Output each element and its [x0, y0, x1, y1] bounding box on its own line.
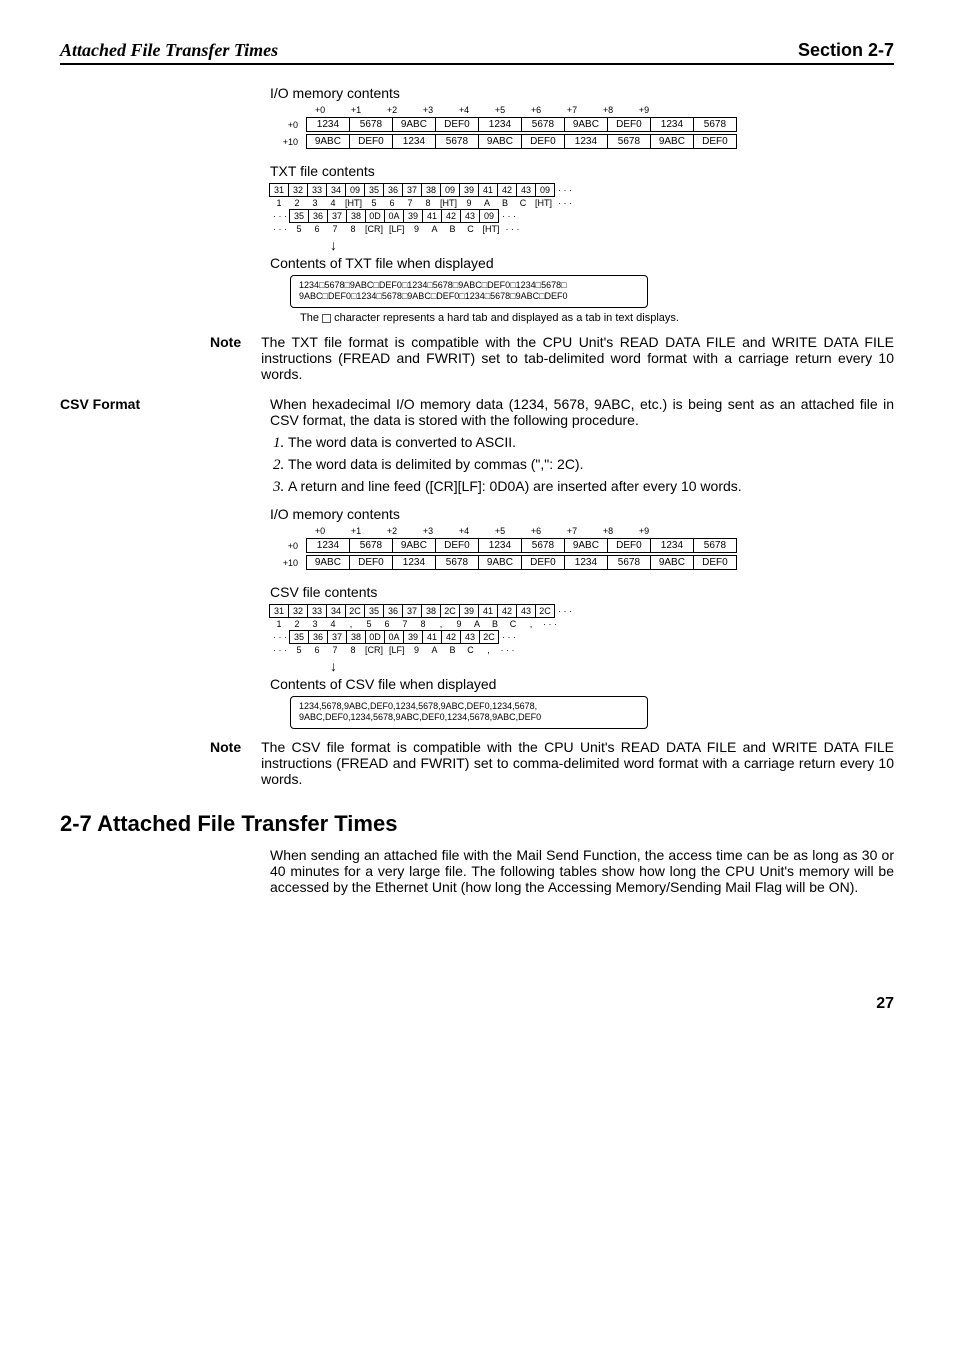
csv-disp-title: Contents of CSV file when displayed: [270, 676, 894, 692]
io-mem-col-labels-2: +0+1+2+3+4+5+6+7+8+9: [302, 526, 894, 536]
io-memory-block-1: I/O memory contents +0+1+2+3+4+5+6+7+8+9…: [270, 85, 894, 324]
note-label: Note: [210, 334, 241, 382]
note-1: Note The TXT file format is compatible w…: [210, 334, 894, 382]
csv-intro: When hexadecimal I/O memory data (1234, …: [270, 396, 894, 428]
txt-asc-row1: 1234[HT]5678[HT]9ABC[HT]· · ·: [270, 197, 894, 209]
csv-asc-row2: · · ·5678[CR][LF]9ABC,· · ·: [270, 644, 894, 656]
csv-file-title: CSV file contents: [270, 584, 894, 600]
csv-asc-row1: 1234,5678,9ABC,· · ·: [270, 618, 894, 630]
csv-hex-row2: · · ·353637380D0A394142432C· · ·: [270, 630, 894, 644]
csv-format-label: CSV Format: [60, 396, 250, 729]
note-body: The CSV file format is compatible with t…: [261, 739, 894, 787]
tab-char-icon: [322, 314, 331, 323]
txt-hex-row1: 313233340935363738093941424309· · ·: [270, 183, 894, 197]
note-body: The TXT file format is compatible with t…: [261, 334, 894, 382]
down-arrow-icon: ↓: [330, 237, 894, 253]
txt-display-box: 1234□5678□9ABC□DEF0□1234□5678□9ABC□DEF0□…: [290, 275, 648, 308]
txt-disp-title: Contents of TXT file when displayed: [270, 255, 894, 271]
io-mem-title-2: I/O memory contents: [270, 506, 894, 522]
down-arrow-icon: ↓: [330, 658, 894, 674]
list-item: The word data is delimited by commas (",…: [288, 456, 894, 474]
note-label: Note: [210, 739, 241, 787]
note-2: Note The CSV file format is compatible w…: [210, 739, 894, 787]
header-right: Section 2-7: [798, 40, 894, 61]
list-item: The word data is converted to ASCII.: [288, 434, 894, 452]
section-body: When sending an attached file with the M…: [270, 847, 894, 895]
txt-file-title: TXT file contents: [270, 163, 894, 179]
io-mem-row1-b: 9ABCDEF0123456789ABCDEF0123456789ABCDEF0: [306, 555, 737, 570]
io-mem-row1: 9ABCDEF0123456789ABCDEF0123456789ABCDEF0: [306, 134, 737, 149]
csv-format-block: CSV Format When hexadecimal I/O memory d…: [60, 396, 894, 729]
txt-hex-row2: · · ·353637380D0A3941424309· · ·: [270, 209, 894, 223]
io-mem-row0-b: 123456789ABCDEF0123456789ABCDEF012345678: [306, 538, 737, 553]
io-mem-table-wrap: +0 123456789ABCDEF0123456789ABCDEF012345…: [270, 115, 894, 149]
csv-display-box: 1234,5678,9ABC,DEF0,1234,5678,9ABC,DEF0,…: [290, 696, 648, 729]
list-item: A return and line feed ([CR][LF]: 0D0A) …: [288, 478, 894, 496]
csv-steps: The word data is converted to ASCII. The…: [270, 434, 894, 496]
io-mem-col-labels: +0+1+2+3+4+5+6+7+8+9: [302, 105, 894, 115]
csv-hex-row1: 313233342C353637382C394142432C· · ·: [270, 604, 894, 618]
page-header: Attached File Transfer Times Section 2-7: [60, 40, 894, 65]
txt-caption: The character represents a hard tab and …: [300, 312, 894, 324]
txt-asc-row2: · · ·5678[CR][LF]9ABC[HT]· · ·: [270, 223, 894, 235]
page-number: 27: [60, 995, 894, 1013]
header-left: Attached File Transfer Times: [60, 40, 278, 61]
section-heading: 2-7 Attached File Transfer Times: [60, 811, 894, 837]
io-mem-title: I/O memory contents: [270, 85, 894, 101]
io-mem-row0: 123456789ABCDEF0123456789ABCDEF012345678: [306, 117, 737, 132]
